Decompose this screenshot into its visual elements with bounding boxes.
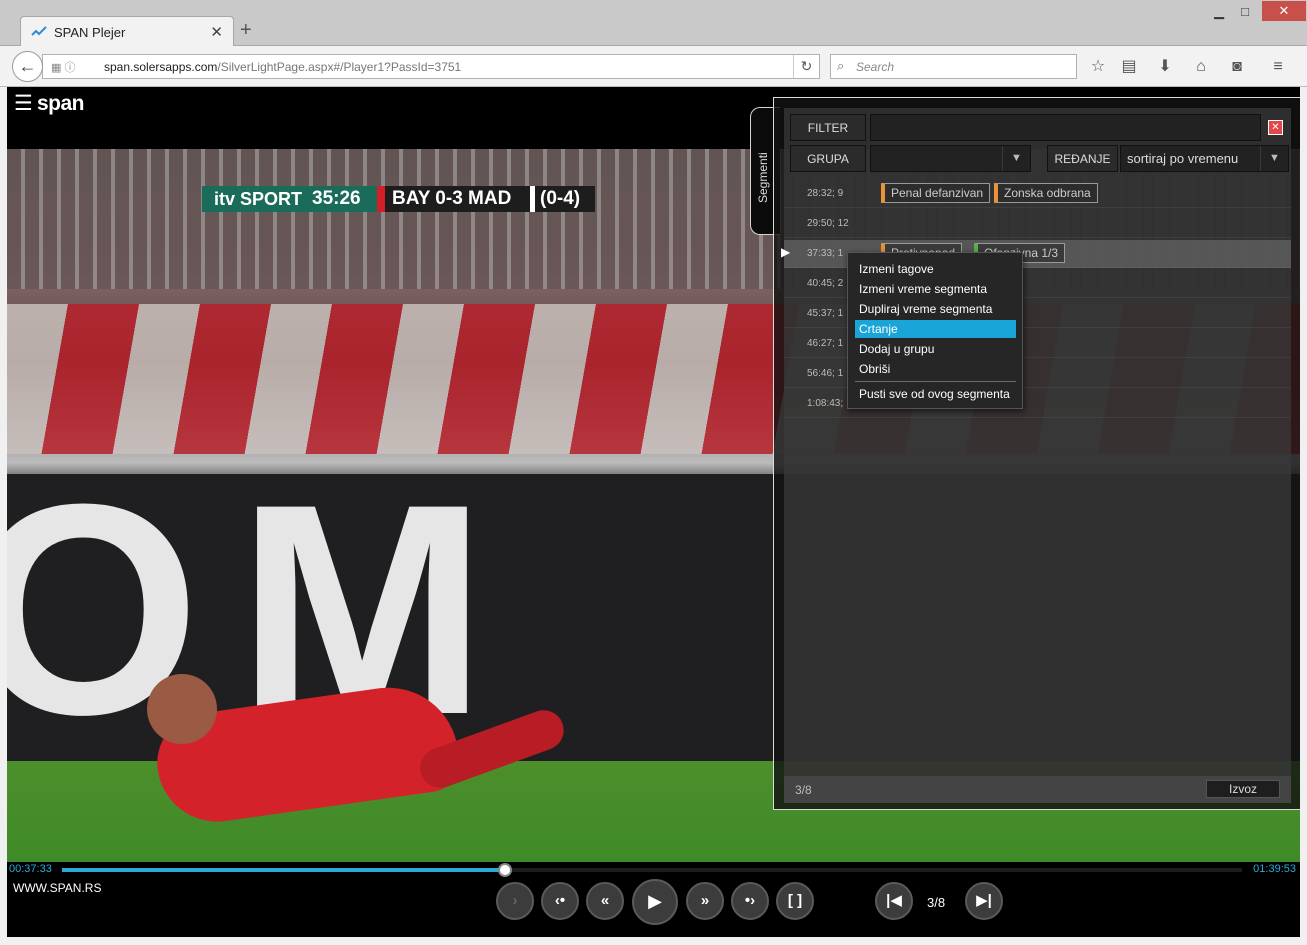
scorebug-aggregate: (0-4) bbox=[535, 186, 595, 212]
search-placeholder: Search bbox=[856, 60, 895, 74]
download-icon[interactable]: ⬇ bbox=[1154, 56, 1176, 78]
progress-fill bbox=[62, 868, 505, 872]
footballer-head bbox=[147, 674, 217, 744]
segment-time: 37:33; 1 bbox=[807, 248, 844, 259]
total-time: 01:39:53 bbox=[1253, 863, 1296, 875]
span-logo: span bbox=[37, 92, 85, 115]
search-input[interactable]: ⌕ Search bbox=[830, 54, 1077, 79]
context-menu: Izmeni tagove Izmeni vreme segmenta Dupl… bbox=[847, 252, 1023, 409]
activity-icon bbox=[31, 26, 47, 36]
footballer-figure bbox=[147, 649, 570, 830]
hamburger-icon[interactable]: ≡ bbox=[1267, 56, 1289, 78]
segment-time: 56:46; 1 bbox=[807, 368, 844, 379]
segment-tag[interactable]: Zonska odbrana bbox=[994, 183, 1098, 203]
menu-item-duplicate[interactable]: Dupliraj vreme segmenta bbox=[855, 300, 1016, 318]
player-menu-icon[interactable]: ☰ bbox=[14, 93, 33, 114]
search-icon: ⌕ bbox=[837, 58, 845, 73]
filter-clear-icon[interactable]: ✕ bbox=[1268, 120, 1283, 135]
menu-item-draw[interactable]: Crtanje bbox=[855, 320, 1016, 338]
group-label: GRUPA bbox=[790, 145, 866, 172]
menu-item-play-all[interactable]: Pusti sve od ovog segmenta bbox=[855, 385, 1016, 403]
next-segment-icon[interactable]: ▶| bbox=[965, 882, 1003, 920]
reading-list-icon[interactable]: ▤ bbox=[1118, 56, 1140, 78]
segment-position: 3/8 bbox=[927, 895, 946, 910]
segment-time: 45:37; 1 bbox=[807, 308, 844, 319]
step-back-icon[interactable]: ‹• bbox=[541, 882, 579, 920]
filter-input[interactable] bbox=[870, 114, 1261, 141]
segment-tag[interactable]: Penal defanzivan bbox=[881, 183, 991, 203]
previous-segment-icon[interactable]: |◀ bbox=[875, 882, 913, 920]
fullscreen-icon[interactable]: [ ] bbox=[776, 882, 814, 920]
progress-bar: 00:37:33 01:39:53 bbox=[7, 862, 1300, 877]
menu-item-delete[interactable]: Obriši bbox=[855, 360, 1016, 378]
chevron-down-icon[interactable]: ▼ bbox=[1002, 146, 1030, 171]
sort-label: REĐANJE bbox=[1047, 145, 1118, 172]
home-icon[interactable]: ⌂ bbox=[1190, 56, 1212, 78]
new-tab-button[interactable]: + bbox=[240, 19, 252, 42]
filter-label: FILTER bbox=[790, 114, 866, 141]
progress-handle[interactable] bbox=[497, 863, 512, 877]
step-forward-icon[interactable]: •› bbox=[731, 882, 769, 920]
segment-time: 28:32; 9 bbox=[807, 188, 844, 199]
menu-item-edit-tags[interactable]: Izmeni tagove bbox=[855, 260, 1016, 278]
pocket-icon[interactable]: ◙ bbox=[1226, 56, 1248, 78]
segments-panel-inner: FILTER ✕ GRUPA ▼ REĐANJE sortiraj po vre… bbox=[781, 108, 1291, 803]
segments-panel: FILTER ✕ GRUPA ▼ REĐANJE sortiraj po vre… bbox=[773, 97, 1300, 810]
tab-close-icon[interactable]: ✕ bbox=[210, 23, 223, 41]
minimize-button[interactable]: ▁ bbox=[1206, 4, 1232, 20]
browser-navbar: ▦ ⓘ span.solersapps.com/SilverLightPage.… bbox=[0, 46, 1307, 87]
url-path: /SilverLightPage.aspx#/Player1?PassId=37… bbox=[217, 60, 462, 74]
site-url: WWW.SPAN.RS bbox=[13, 881, 102, 895]
progress-track[interactable] bbox=[62, 863, 1242, 877]
tab-title: SPAN Plejer bbox=[54, 25, 126, 40]
menu-separator bbox=[855, 381, 1016, 382]
group-select[interactable]: ▼ bbox=[870, 145, 1031, 172]
current-time: 00:37:33 bbox=[9, 863, 52, 875]
sort-select-value: sortiraj po vremenu bbox=[1127, 151, 1239, 166]
segment-time: 29:50; 12 bbox=[807, 218, 849, 229]
rewind-icon[interactable]: « bbox=[586, 882, 624, 920]
segment-count: 3/8 bbox=[795, 783, 812, 797]
reload-icon[interactable]: ↻ bbox=[793, 55, 819, 78]
segment-time: 46:27; 1 bbox=[807, 338, 844, 349]
fast-forward-icon[interactable]: » bbox=[686, 882, 724, 920]
segment-row[interactable]: 28:32; 9 Penal defanzivan Zonska odbrana bbox=[784, 180, 1291, 208]
play-indicator-icon: ▶ bbox=[781, 245, 791, 259]
segments-tab-label: Segmenti bbox=[756, 152, 770, 203]
scorebug-clock: 35:26 bbox=[312, 188, 361, 209]
segment-time: 1:08:43; bbox=[807, 398, 844, 409]
close-window-button[interactable]: ✕ bbox=[1262, 1, 1306, 21]
url-text[interactable]: span.solersapps.com/SilverLightPage.aspx… bbox=[104, 60, 461, 74]
chevron-down-icon[interactable]: ▼ bbox=[1260, 146, 1288, 171]
scorebug-divider bbox=[377, 186, 385, 212]
maximize-button[interactable]: □ bbox=[1232, 4, 1258, 20]
segments-footer: 3/8 Izvoz bbox=[784, 776, 1291, 803]
star-icon[interactable]: ☆ bbox=[1087, 56, 1109, 78]
segment-row[interactable]: 29:50; 12 bbox=[784, 210, 1291, 238]
page-info-icon[interactable]: ▦ ⓘ bbox=[51, 59, 75, 75]
export-button[interactable]: Izvoz bbox=[1206, 780, 1280, 798]
menu-item-edit-time[interactable]: Izmeni vreme segmenta bbox=[855, 280, 1016, 298]
back-arrow-icon[interactable]: ← bbox=[12, 51, 43, 82]
play-icon[interactable]: ▶ bbox=[632, 879, 678, 925]
menu-item-add-to-group[interactable]: Dodaj u grupu bbox=[855, 340, 1016, 358]
url-host: span.solersapps.com bbox=[104, 60, 218, 74]
browser-tab[interactable]: SPAN Plejer ✕ bbox=[20, 16, 234, 47]
url-bar[interactable]: ▦ ⓘ span.solersapps.com/SilverLightPage.… bbox=[42, 54, 820, 79]
scorebug-score: BAY 0-3 MAD bbox=[385, 186, 530, 212]
segment-time: 40:45; 2 bbox=[807, 278, 844, 289]
sort-select[interactable]: sortiraj po vremenu ▼ bbox=[1120, 145, 1289, 172]
browser-tabbar: SPAN Plejer ✕ + ▁ □ ✕ bbox=[0, 0, 1307, 47]
prev-disabled-icon[interactable]: › bbox=[496, 882, 534, 920]
video-player: ☰ span O M itv SPORT 35:26 BAY 0-3 MAD (… bbox=[7, 87, 1300, 937]
